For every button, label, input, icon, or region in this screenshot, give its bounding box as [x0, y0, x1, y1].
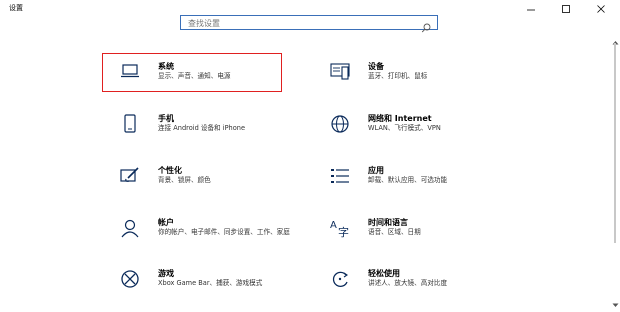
item-title: 时间和语言: [368, 218, 408, 227]
scroll-thumb[interactable]: [614, 43, 616, 243]
phone-icon: [120, 114, 140, 134]
item-title: 个性化: [158, 166, 182, 175]
item-desc: 讲述人、放大镜、高对比度: [368, 279, 448, 287]
keyboard-devices-icon: [330, 62, 350, 82]
svg-text:A: A: [330, 220, 337, 231]
item-title: 轻松使用: [368, 269, 400, 278]
item-desc: 卸载、默认应用、可选功能: [368, 176, 448, 184]
xbox-icon: [120, 269, 140, 289]
item-desc: 背景、锁屏、颜色: [158, 176, 211, 184]
close-button[interactable]: [586, 0, 616, 16]
settings-item-ease-of-access[interactable]: 轻松使用 讲述人、放大镜、高对比度: [330, 269, 530, 309]
item-title: 手机: [158, 114, 174, 123]
maximize-button[interactable]: [551, 0, 581, 16]
item-desc: 语音、区域、日期: [368, 228, 421, 236]
globe-icon: [330, 114, 350, 134]
item-desc: 蓝牙、打印机、鼠标: [368, 72, 428, 80]
item-desc: WLAN、飞行模式、VPN: [368, 124, 441, 132]
scroll-down-icon[interactable]: [612, 293, 619, 312]
minimize-icon: [526, 0, 536, 18]
settings-item-accounts[interactable]: 帐户 你的帐户、电子邮件、同步设置、工作、家庭: [120, 218, 320, 258]
item-title: 游戏: [158, 269, 174, 278]
vertical-scrollbar[interactable]: [611, 18, 620, 309]
laptop-icon: [120, 62, 140, 82]
maximize-icon: [561, 0, 571, 18]
item-desc: 你的帐户、电子邮件、同步设置、工作、家庭: [158, 228, 290, 236]
settings-item-network[interactable]: 网络和 Internet WLAN、飞行模式、VPN: [330, 114, 530, 154]
item-title: 帐户: [158, 218, 174, 227]
item-title: 设备: [368, 62, 384, 71]
search-placeholder: 查找设置: [188, 19, 220, 28]
item-title: 系统: [158, 62, 174, 71]
paint-brush-icon: [120, 166, 140, 186]
item-title: 网络和 Internet: [368, 114, 432, 123]
item-title: 应用: [368, 166, 384, 175]
title-bar: 设置: [0, 0, 620, 16]
settings-item-phone[interactable]: 手机 连接 Android 设备和 iPhone: [120, 114, 320, 154]
settings-item-gaming[interactable]: 游戏 Xbox Game Bar、捕获、游戏模式: [120, 269, 320, 309]
ease-of-access-icon: [330, 269, 350, 289]
settings-item-personalization[interactable]: 个性化 背景、锁屏、颜色: [120, 166, 320, 206]
apps-list-icon: [330, 166, 350, 186]
language-icon: A字: [330, 218, 350, 239]
search-icon[interactable]: [421, 18, 431, 37]
search-input[interactable]: 查找设置: [180, 15, 438, 33]
settings-item-apps[interactable]: 应用 卸载、默认应用、可选功能: [330, 166, 530, 206]
settings-item-system[interactable]: 系统 显示、声音、通知、电源: [120, 62, 320, 102]
minimize-button[interactable]: [516, 0, 546, 16]
person-icon: [120, 218, 140, 238]
settings-item-time-language[interactable]: A字 时间和语言 语音、区域、日期: [330, 218, 530, 258]
item-desc: 显示、声音、通知、电源: [158, 72, 231, 80]
settings-item-devices[interactable]: 设备 蓝牙、打印机、鼠标: [330, 62, 530, 102]
close-icon: [596, 0, 606, 18]
svg-text:字: 字: [338, 225, 349, 238]
item-desc: 连接 Android 设备和 iPhone: [158, 124, 246, 132]
item-desc: Xbox Game Bar、捕获、游戏模式: [158, 279, 263, 287]
app-title: 设置: [9, 4, 23, 12]
